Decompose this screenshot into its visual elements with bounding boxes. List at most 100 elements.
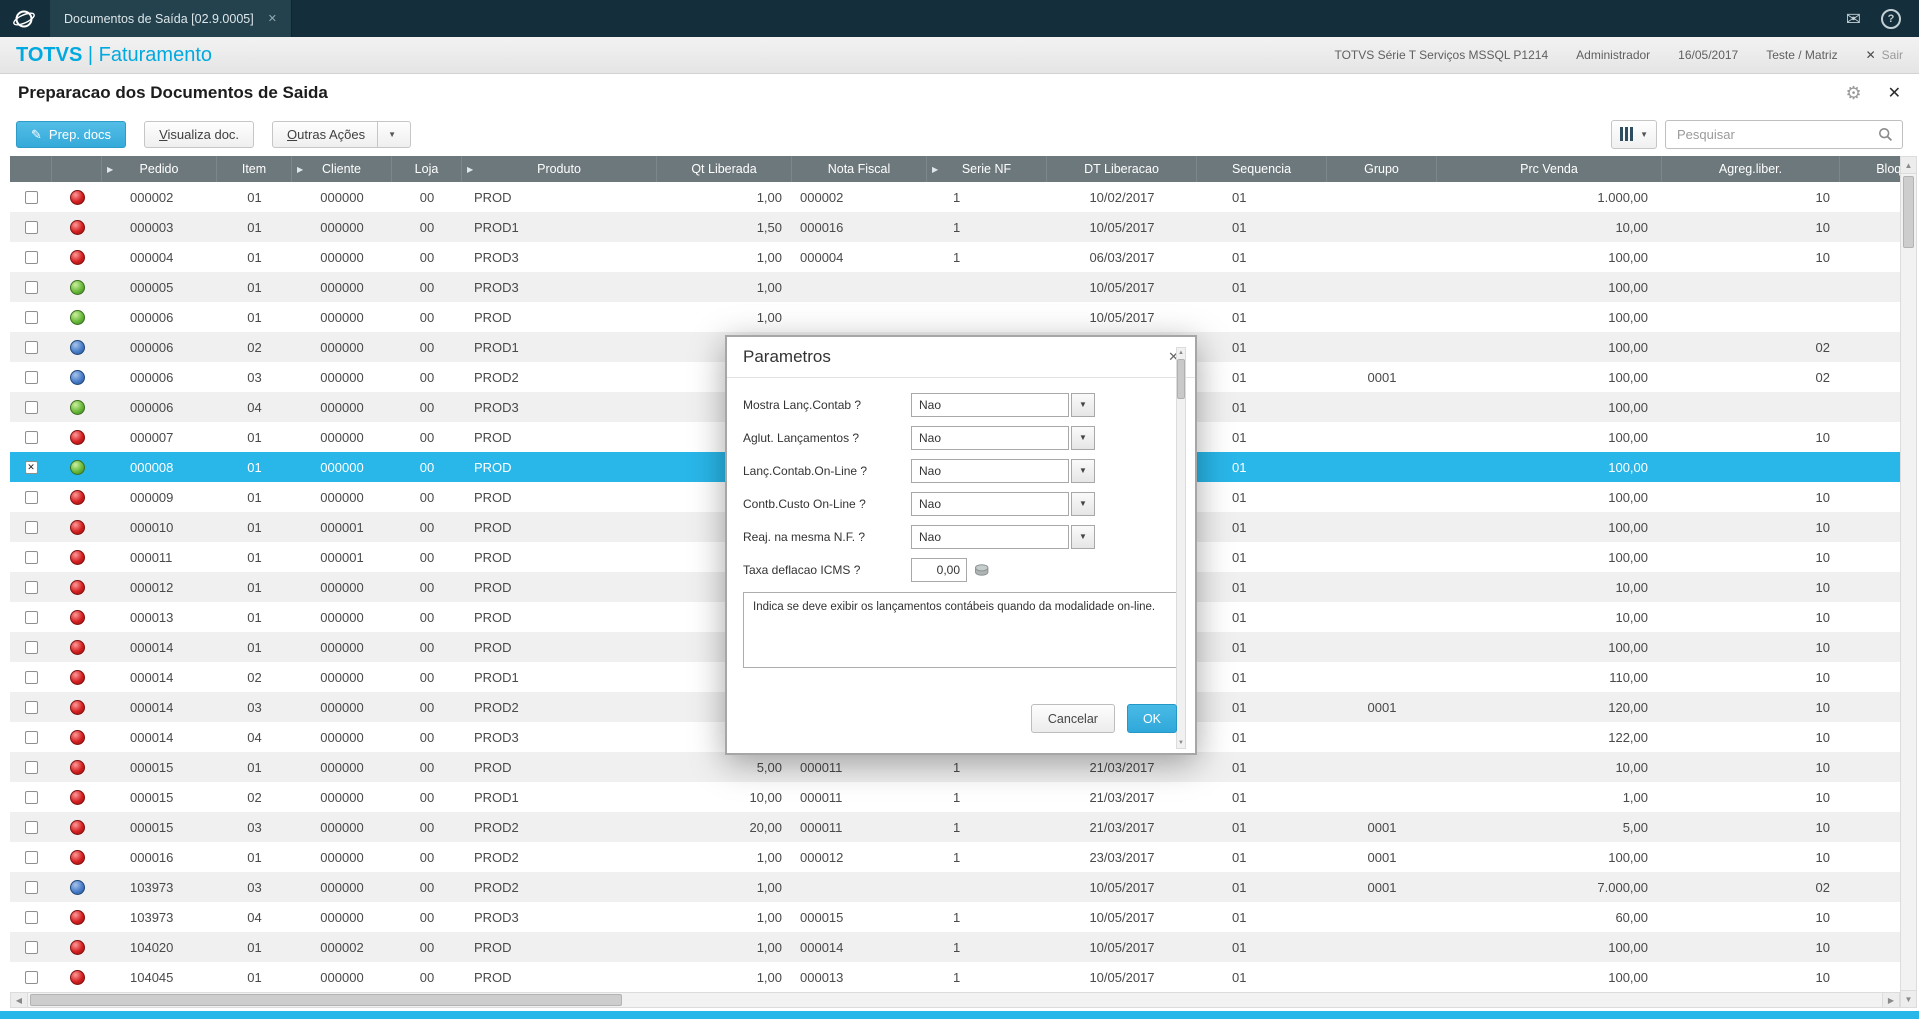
field-input[interactable] (911, 557, 967, 582)
cell-select[interactable] (10, 670, 52, 684)
row-checkbox[interactable] (24, 910, 38, 924)
field-select[interactable]: Nao (911, 425, 1069, 450)
search-icon[interactable] (1878, 127, 1893, 142)
field-select[interactable]: Nao (911, 392, 1069, 417)
field-select-dropdown-button[interactable]: ▼ (1071, 458, 1095, 483)
column-header-produto[interactable]: ▶ Produto (462, 156, 657, 182)
table-row[interactable]: 000004 01 000000 00 PROD3 1,00 000004 1 06/03/20… (10, 242, 1900, 272)
horizontal-scroll-thumb[interactable] (30, 994, 622, 1006)
table-row[interactable]: 104045 01 000000 00 PROD 1,00 000013 1 10/05/201… (10, 962, 1900, 992)
row-checkbox[interactable] (24, 400, 38, 414)
row-checkbox[interactable] (24, 760, 38, 774)
row-checkbox[interactable] (24, 430, 38, 444)
column-header-status[interactable] (52, 156, 102, 182)
row-checkbox[interactable] (24, 820, 38, 834)
row-checkbox[interactable] (24, 250, 38, 264)
row-checkbox[interactable]: ✕ (24, 460, 38, 474)
row-checkbox[interactable] (24, 670, 38, 684)
table-row[interactable]: 104020 01 000002 00 PROD 1,00 000014 1 10/05/201… (10, 932, 1900, 962)
table-row[interactable]: 000003 01 000000 00 PROD1 1,50 000016 1 10/05/20… (10, 212, 1900, 242)
cancel-button[interactable]: Cancelar (1030, 704, 1115, 733)
cell-select[interactable] (10, 430, 52, 444)
scroll-down-icon[interactable]: ▼ (1178, 738, 1184, 748)
column-config-button[interactable]: ▼ (1611, 119, 1657, 149)
ok-button[interactable]: OK (1126, 704, 1177, 733)
column-header-dt[interactable]: DT Liberacao (1047, 156, 1197, 182)
cell-select[interactable] (10, 280, 52, 294)
column-header-pedido[interactable]: ▶ Pedido (102, 156, 217, 182)
table-row[interactable]: 000016 01 000000 00 PROD2 1,00 000012 1 23/03/20… (10, 842, 1900, 872)
cell-select[interactable] (10, 850, 52, 864)
column-header-nf[interactable]: Nota Fiscal (792, 156, 927, 182)
cell-select[interactable] (10, 760, 52, 774)
row-checkbox[interactable] (24, 370, 38, 384)
field-select[interactable]: Nao (911, 491, 1069, 516)
row-checkbox[interactable] (24, 280, 38, 294)
cell-select[interactable] (10, 340, 52, 354)
outras-acoes-button[interactable]: Outras Ações ▼ (272, 120, 412, 148)
search-input[interactable] (1675, 125, 1878, 143)
field-select-dropdown-button[interactable]: ▼ (1071, 491, 1095, 516)
row-checkbox[interactable] (24, 970, 38, 984)
field-select[interactable]: Nao (911, 524, 1069, 549)
prep-docs-button[interactable]: ✎ Prep. docs (16, 120, 127, 148)
cell-select[interactable] (10, 400, 52, 414)
row-checkbox[interactable] (24, 880, 38, 894)
dialog-scroll-thumb[interactable] (1177, 359, 1185, 399)
column-header-qt[interactable]: Qt Liberada (657, 156, 792, 182)
row-checkbox[interactable] (24, 850, 38, 864)
column-header-select[interactable] (10, 156, 52, 182)
row-checkbox[interactable] (24, 700, 38, 714)
row-checkbox[interactable] (24, 490, 38, 504)
mail-icon[interactable]: ✉ (1846, 10, 1861, 28)
field-select-dropdown-button[interactable]: ▼ (1071, 524, 1095, 549)
table-row[interactable]: 000005 01 000000 00 PROD3 1,00 10/05/2017 01 100… (10, 272, 1900, 302)
table-row[interactable]: 000015 03 000000 00 PROD2 20,00 000011 1 21/03/2… (10, 812, 1900, 842)
cell-select[interactable] (10, 190, 52, 204)
cell-select[interactable] (10, 820, 52, 834)
cell-select[interactable] (10, 790, 52, 804)
row-checkbox[interactable] (24, 310, 38, 324)
cell-select[interactable] (10, 580, 52, 594)
table-row[interactable]: 000015 01 000000 00 PROD 5,00 000011 1 21/03/201… (10, 752, 1900, 782)
cell-select[interactable] (10, 910, 52, 924)
row-checkbox[interactable] (24, 340, 38, 354)
table-row[interactable]: 000002 01 000000 00 PROD 1,00 000002 1 10/02/201… (10, 182, 1900, 212)
gear-icon[interactable]: ⚙ (1845, 83, 1861, 104)
cell-select[interactable] (10, 490, 52, 504)
cell-select[interactable] (10, 310, 52, 324)
row-checkbox[interactable] (24, 190, 38, 204)
cell-select[interactable] (10, 940, 52, 954)
visualiza-doc-button[interactable]: Visualiza doc. (144, 120, 255, 148)
row-checkbox[interactable] (24, 520, 38, 534)
table-row[interactable]: 103973 03 000000 00 PROD2 1,00 10/05/2017 01 000… (10, 872, 1900, 902)
column-header-serie[interactable]: ▶ Serie NF (927, 156, 1047, 182)
table-row[interactable]: 000015 02 000000 00 PROD1 10,00 000011 1 21/03/2… (10, 782, 1900, 812)
tab-close-icon[interactable]: ✕ (268, 12, 277, 25)
cell-select[interactable] (10, 970, 52, 984)
exit-button[interactable]: ✕ Sair (1866, 48, 1903, 62)
scroll-right-icon[interactable]: ▶ (1882, 993, 1899, 1007)
scroll-left-icon[interactable]: ◀ (11, 993, 28, 1007)
column-header-cliente[interactable]: ▶ Cliente (292, 156, 392, 182)
table-row[interactable]: 103973 04 000000 00 PROD3 1,00 000015 1 10/05/20… (10, 902, 1900, 932)
row-checkbox[interactable] (24, 580, 38, 594)
column-header-seq[interactable]: Sequencia (1197, 156, 1327, 182)
row-checkbox[interactable] (24, 790, 38, 804)
cell-select[interactable] (10, 550, 52, 564)
row-checkbox[interactable] (24, 640, 38, 654)
page-close-icon[interactable]: ✕ (1888, 83, 1901, 103)
cell-select[interactable] (10, 880, 52, 894)
cell-select[interactable] (10, 220, 52, 234)
tab-documentos-de-saida[interactable]: Documentos de Saída [02.9.0005] ✕ (50, 0, 292, 37)
row-checkbox[interactable] (24, 610, 38, 624)
dialog-scrollbar[interactable]: ▲ ▼ (1176, 347, 1186, 749)
column-header-item[interactable]: Item (217, 156, 292, 182)
vertical-scrollbar[interactable]: ▲ ▼ (1900, 156, 1917, 1008)
cell-select[interactable] (10, 610, 52, 624)
cell-select[interactable] (10, 370, 52, 384)
scroll-up-icon[interactable]: ▲ (1901, 157, 1916, 174)
column-header-agreg[interactable]: Agreg.liber. (1662, 156, 1840, 182)
field-select[interactable]: Nao (911, 458, 1069, 483)
search-box[interactable] (1665, 119, 1903, 149)
